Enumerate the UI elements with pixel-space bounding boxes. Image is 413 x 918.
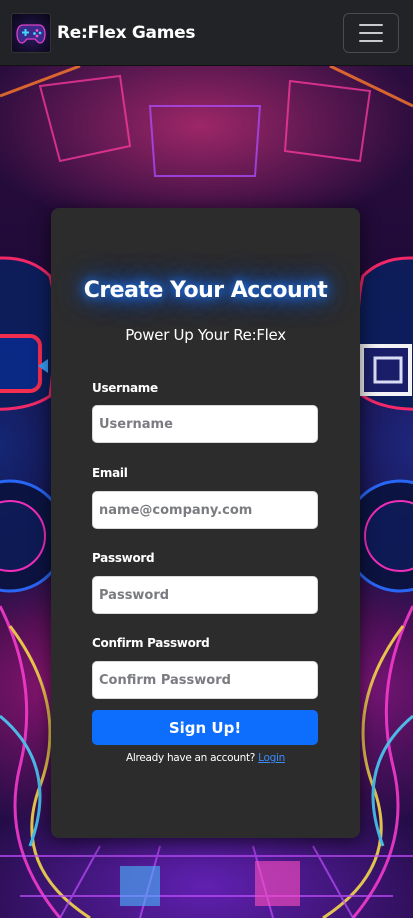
email-input[interactable] <box>92 491 318 529</box>
email-label: Email <box>92 466 128 480</box>
page-title: Create Your Account <box>83 278 328 303</box>
signup-button[interactable]: Sign Up! <box>92 710 318 745</box>
username-input[interactable] <box>92 405 318 443</box>
hamburger-menu-icon[interactable] <box>343 12 399 53</box>
brand-name[interactable]: Re:Flex Games <box>57 23 195 43</box>
login-prompt-text: Already have an account? <box>126 752 256 764</box>
login-link[interactable]: Login <box>258 752 285 764</box>
page-subtitle: Power Up Your Re:Flex <box>125 326 286 344</box>
top-navbar: Re:Flex Games <box>0 0 413 66</box>
password-input[interactable] <box>92 576 318 614</box>
confirm-password-input[interactable] <box>92 661 318 699</box>
username-label: Username <box>92 381 158 395</box>
login-prompt: Already have an account? Login <box>51 752 360 764</box>
gamepad-icon[interactable] <box>11 12 51 53</box>
confirm-password-label: Confirm Password <box>92 636 210 650</box>
password-label: Password <box>92 551 155 565</box>
signup-card: Create Your Account Power Up Your Re:Fle… <box>51 208 360 838</box>
